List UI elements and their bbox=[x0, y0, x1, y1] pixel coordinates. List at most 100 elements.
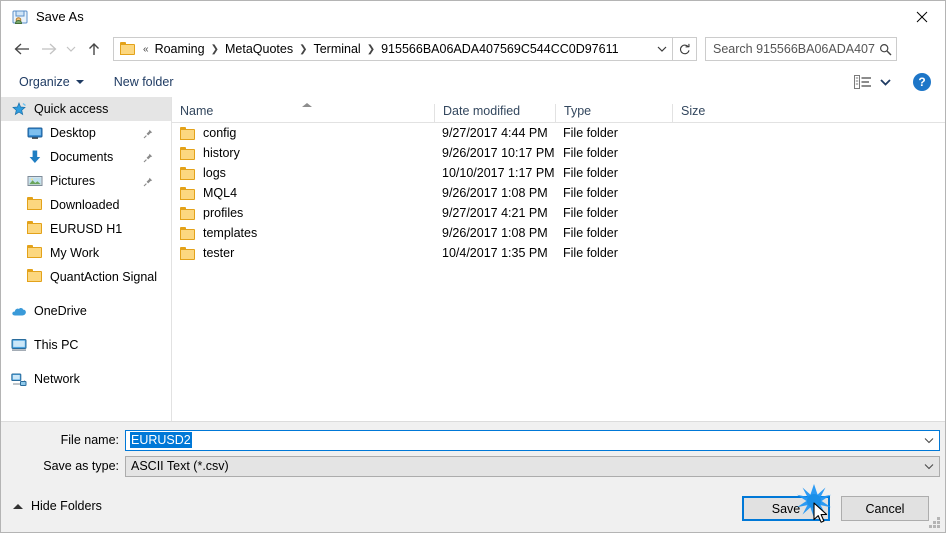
cancel-button[interactable]: Cancel bbox=[841, 496, 929, 521]
table-row[interactable]: tester 10/4/2017 1:35 PM File folder bbox=[172, 243, 945, 263]
file-name-cell: MQL4 bbox=[172, 186, 434, 200]
file-name-label: tester bbox=[203, 246, 235, 260]
folder-icon bbox=[180, 246, 196, 260]
file-date-cell: 10/4/2017 1:35 PM bbox=[442, 246, 548, 260]
hide-folders-button[interactable]: Hide Folders bbox=[13, 499, 102, 513]
close-button[interactable] bbox=[899, 1, 945, 32]
help-button[interactable]: ? bbox=[913, 72, 931, 91]
save-as-type-row: Save as type: ASCII Text (*.csv) bbox=[1, 455, 940, 477]
column-header-name[interactable]: Name bbox=[172, 103, 434, 122]
chevron-down-icon[interactable] bbox=[919, 463, 939, 470]
search-input[interactable]: Search 915566BA06ADA40756... bbox=[705, 37, 897, 61]
chevron-down-icon bbox=[75, 79, 84, 84]
breadcrumb-item-roaming[interactable]: Roaming bbox=[152, 40, 208, 58]
breadcrumb: « Roaming ❯ MetaQuotes ❯ Terminal ❯ 9155… bbox=[136, 40, 652, 58]
chevron-down-icon[interactable] bbox=[919, 437, 939, 444]
sidebar-item-my-work[interactable]: My Work bbox=[1, 241, 171, 265]
file-name-label: logs bbox=[203, 166, 226, 180]
chevron-right-icon: ❯ bbox=[210, 43, 219, 55]
back-button[interactable] bbox=[9, 34, 35, 64]
search-placeholder: Search 915566BA06ADA40756... bbox=[713, 42, 875, 56]
dialog-footer: File name: EURUSD2 Save as type: ASCII T… bbox=[1, 421, 945, 532]
save-as-type-select[interactable]: ASCII Text (*.csv) bbox=[125, 455, 940, 477]
sidebar-item-label: Desktop bbox=[50, 126, 96, 140]
file-name-label: config bbox=[203, 126, 237, 140]
column-header-date-modified[interactable]: Date modified bbox=[434, 104, 555, 122]
list-view-icon[interactable] bbox=[854, 74, 872, 90]
table-row[interactable]: history 9/26/2017 10:17 PM File folder bbox=[172, 143, 945, 163]
folder-icon bbox=[27, 245, 43, 261]
save-as-dialog: Save As « Roaming ❯ MetaQuotes ❯ Termina… bbox=[0, 0, 946, 533]
file-name-input[interactable]: EURUSD2 bbox=[125, 429, 940, 451]
file-list-header: Name Date modified Type Size bbox=[172, 97, 945, 123]
file-type-cell: File folder bbox=[563, 126, 618, 140]
command-bar: Organize New folder ? bbox=[1, 66, 945, 97]
folder-icon bbox=[27, 197, 43, 213]
file-date-cell: 9/26/2017 1:08 PM bbox=[442, 226, 548, 240]
file-date-cell: 9/27/2017 4:21 PM bbox=[442, 206, 548, 220]
resize-grip[interactable] bbox=[929, 517, 941, 529]
sidebar-item-documents[interactable]: Documents bbox=[1, 145, 171, 169]
sidebar-item-label: EURUSD H1 bbox=[50, 222, 123, 236]
cancel-button-label: Cancel bbox=[865, 501, 905, 516]
new-folder-button[interactable]: New folder bbox=[106, 71, 182, 93]
column-header-label: Type bbox=[564, 104, 592, 118]
file-name-cell: config bbox=[172, 126, 434, 140]
breadcrumb-item-terminal[interactable]: Terminal bbox=[310, 40, 363, 58]
organize-button[interactable]: Organize bbox=[11, 71, 92, 93]
table-row[interactable]: templates 9/26/2017 1:08 PM File folder bbox=[172, 223, 945, 243]
sidebar-item-this-pc[interactable]: This PC bbox=[1, 333, 171, 357]
file-date-cell: 9/27/2017 4:44 PM bbox=[442, 126, 548, 140]
recent-locations-button[interactable] bbox=[61, 34, 81, 64]
file-name-row: File name: EURUSD2 bbox=[1, 429, 940, 451]
chevron-down-icon[interactable] bbox=[652, 38, 672, 60]
chevron-down-icon[interactable] bbox=[880, 75, 891, 89]
navigation-pane: Quick access Desktop Documents Pictures … bbox=[1, 97, 171, 421]
breadcrumb-overflow[interactable]: « bbox=[140, 44, 152, 55]
file-name-cell: tester bbox=[172, 246, 434, 260]
table-row[interactable]: profiles 9/27/2017 4:21 PM File folder bbox=[172, 203, 945, 223]
sidebar-item-downloaded[interactable]: Downloaded bbox=[1, 193, 171, 217]
forward-button[interactable] bbox=[35, 34, 61, 64]
refresh-button[interactable] bbox=[673, 37, 697, 61]
sidebar-item-label: Downloaded bbox=[50, 198, 120, 212]
folder-icon bbox=[180, 146, 196, 160]
sidebar-item-onedrive[interactable]: OneDrive bbox=[1, 299, 171, 323]
sidebar-item-pictures[interactable]: Pictures bbox=[1, 169, 171, 193]
table-row[interactable]: config 9/27/2017 4:44 PM File folder bbox=[172, 123, 945, 143]
up-one-level-button[interactable] bbox=[81, 34, 107, 64]
save-button[interactable]: Save bbox=[742, 496, 830, 521]
sidebar-item-label: OneDrive bbox=[34, 304, 87, 318]
file-name-cell: logs bbox=[172, 166, 434, 180]
navigation-bar: « Roaming ❯ MetaQuotes ❯ Terminal ❯ 9155… bbox=[1, 32, 945, 66]
file-name-cell: templates bbox=[172, 226, 434, 240]
sidebar-item-eurusd-h1[interactable]: EURUSD H1 bbox=[1, 217, 171, 241]
file-type-cell: File folder bbox=[563, 226, 618, 240]
network-icon bbox=[11, 371, 27, 387]
breadcrumb-item-metaquotes[interactable]: MetaQuotes bbox=[222, 40, 296, 58]
folder-icon bbox=[180, 186, 196, 200]
file-date-cell: 9/26/2017 10:17 PM bbox=[442, 146, 555, 160]
download-icon bbox=[27, 149, 43, 165]
table-row[interactable]: MQL4 9/26/2017 1:08 PM File folder bbox=[172, 183, 945, 203]
file-type-cell: File folder bbox=[563, 146, 618, 160]
caret-up-icon bbox=[13, 503, 23, 509]
column-header-size[interactable]: Size bbox=[672, 104, 751, 122]
file-name-cell: history bbox=[172, 146, 434, 160]
sidebar-item-label: QuantAction Signal bbox=[50, 270, 158, 284]
sidebar-item-label: Network bbox=[34, 372, 80, 386]
save-as-type-label: Save as type: bbox=[43, 459, 119, 473]
file-name-label: profiles bbox=[203, 206, 244, 220]
organize-label: Organize bbox=[19, 74, 70, 89]
sidebar-item-quick-access[interactable]: Quick access bbox=[1, 97, 171, 121]
sidebar-item-desktop[interactable]: Desktop bbox=[1, 121, 171, 145]
address-bar[interactable]: « Roaming ❯ MetaQuotes ❯ Terminal ❯ 9155… bbox=[113, 37, 673, 61]
breadcrumb-item-terminal-id[interactable]: 915566BA06ADA407569C544CC0D97611 bbox=[378, 40, 621, 58]
sidebar-item-network[interactable]: Network bbox=[1, 367, 171, 391]
table-row[interactable]: logs 10/10/2017 1:17 PM File folder bbox=[172, 163, 945, 183]
sidebar-item-quantaction-signal[interactable]: QuantAction Signal bbox=[1, 265, 171, 289]
column-header-type[interactable]: Type bbox=[555, 104, 672, 122]
monitor-icon bbox=[27, 125, 43, 141]
